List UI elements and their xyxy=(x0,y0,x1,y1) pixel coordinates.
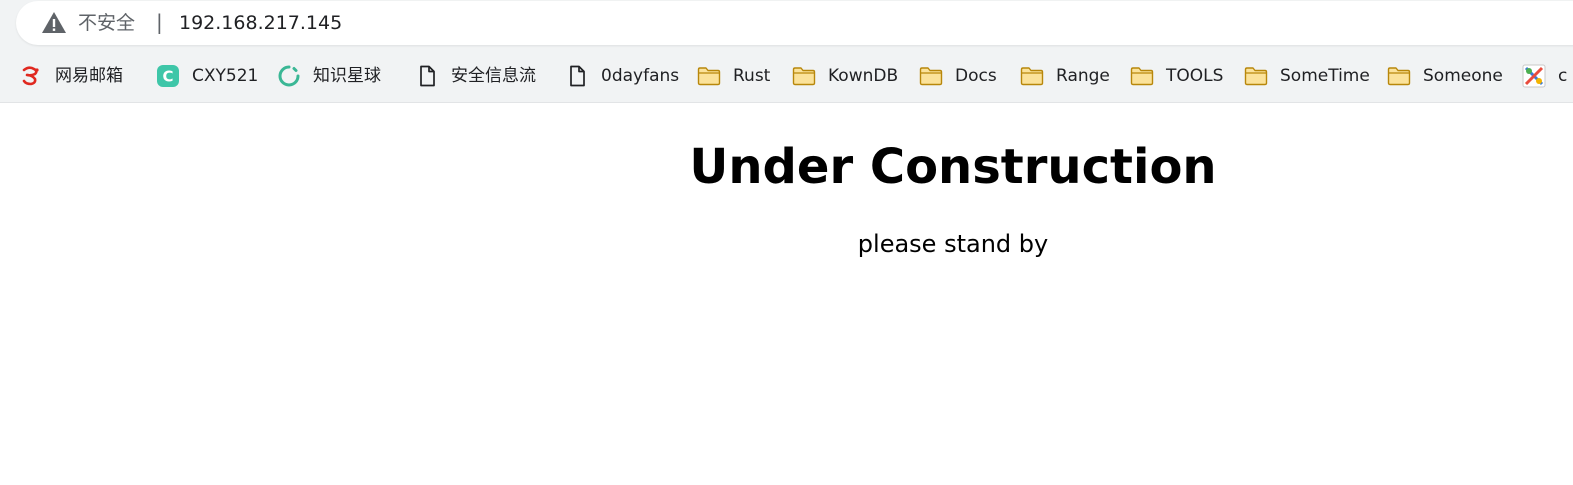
bookmark-folder-docs[interactable]: Docs xyxy=(919,58,997,94)
folder-icon xyxy=(1244,67,1268,86)
page-content: Under Construction please stand by xyxy=(0,103,1573,485)
svg-text:C: C xyxy=(162,68,173,86)
bookmark-security-feed[interactable]: 安全信息流 xyxy=(415,58,536,94)
bookmark-label: Docs xyxy=(955,66,997,86)
bookmark-folder-someone[interactable]: Someone xyxy=(1387,58,1503,94)
bookmark-label: 0dayfans xyxy=(601,66,680,86)
page-icon xyxy=(420,65,435,87)
bookmark-folder-range[interactable]: Range xyxy=(1020,58,1110,94)
bookmark-label: Someone xyxy=(1423,66,1503,86)
folder-icon xyxy=(1020,67,1044,86)
bookmark-label: Range xyxy=(1056,66,1110,86)
bookmark-folder-tools[interactable]: TOOLS xyxy=(1130,58,1223,94)
browser-toolbar: 不安全 | 192.168.217.145 网易邮箱 C CXY521 知识星球… xyxy=(0,0,1573,103)
folder-icon xyxy=(919,67,943,86)
page-icon xyxy=(570,65,585,87)
folder-icon xyxy=(792,67,816,86)
bookmark-0dayfans[interactable]: 0dayfans xyxy=(565,58,679,94)
bookmarks-bar: 网易邮箱 C CXY521 知识星球 安全信息流 0dayfans Rust K… xyxy=(0,58,1573,94)
bookmark-label: 知识星球 xyxy=(313,66,381,86)
page-subtitle: please stand by xyxy=(857,230,1049,258)
bookmark-label: KownDB xyxy=(828,66,899,86)
zsxq-ring-icon xyxy=(278,65,300,87)
bookmark-folder-kowndb[interactable]: KownDB xyxy=(792,58,898,94)
omnibox-separator: | xyxy=(156,10,163,34)
cxy-c-icon: C xyxy=(157,65,179,87)
bookmark-label: Rust xyxy=(733,66,771,86)
bookmark-zsxq[interactable]: 知识星球 xyxy=(277,58,381,94)
bookmark-tools-site[interactable]: c xyxy=(1522,58,1567,94)
security-status-label[interactable]: 不安全 xyxy=(78,11,135,35)
warning-icon[interactable] xyxy=(41,11,67,35)
address-bar[interactable]: 不安全 | 192.168.217.145 xyxy=(16,1,1573,45)
url-text[interactable]: 192.168.217.145 xyxy=(179,11,342,35)
bookmark-label: CXY521 xyxy=(192,66,259,86)
bookmark-label: 网易邮箱 xyxy=(55,66,123,86)
bookmark-cxy521[interactable]: C CXY521 xyxy=(156,58,258,94)
folder-icon xyxy=(1130,67,1154,86)
bookmark-label: c xyxy=(1558,66,1568,86)
bookmark-label: 安全信息流 xyxy=(451,66,536,86)
folder-icon xyxy=(1387,67,1411,86)
folder-icon xyxy=(697,67,721,86)
page-title: Under Construction xyxy=(689,139,1217,195)
bookmark-folder-rust[interactable]: Rust xyxy=(697,58,770,94)
bookmark-label: SomeTime xyxy=(1280,66,1370,86)
netease-mail-icon xyxy=(22,66,39,86)
bookmark-label: TOOLS xyxy=(1166,66,1224,86)
bookmark-netease-mail[interactable]: 网易邮箱 xyxy=(19,58,123,94)
bookmark-folder-sometime[interactable]: SomeTime xyxy=(1244,58,1370,94)
tools-icon xyxy=(1522,64,1546,88)
